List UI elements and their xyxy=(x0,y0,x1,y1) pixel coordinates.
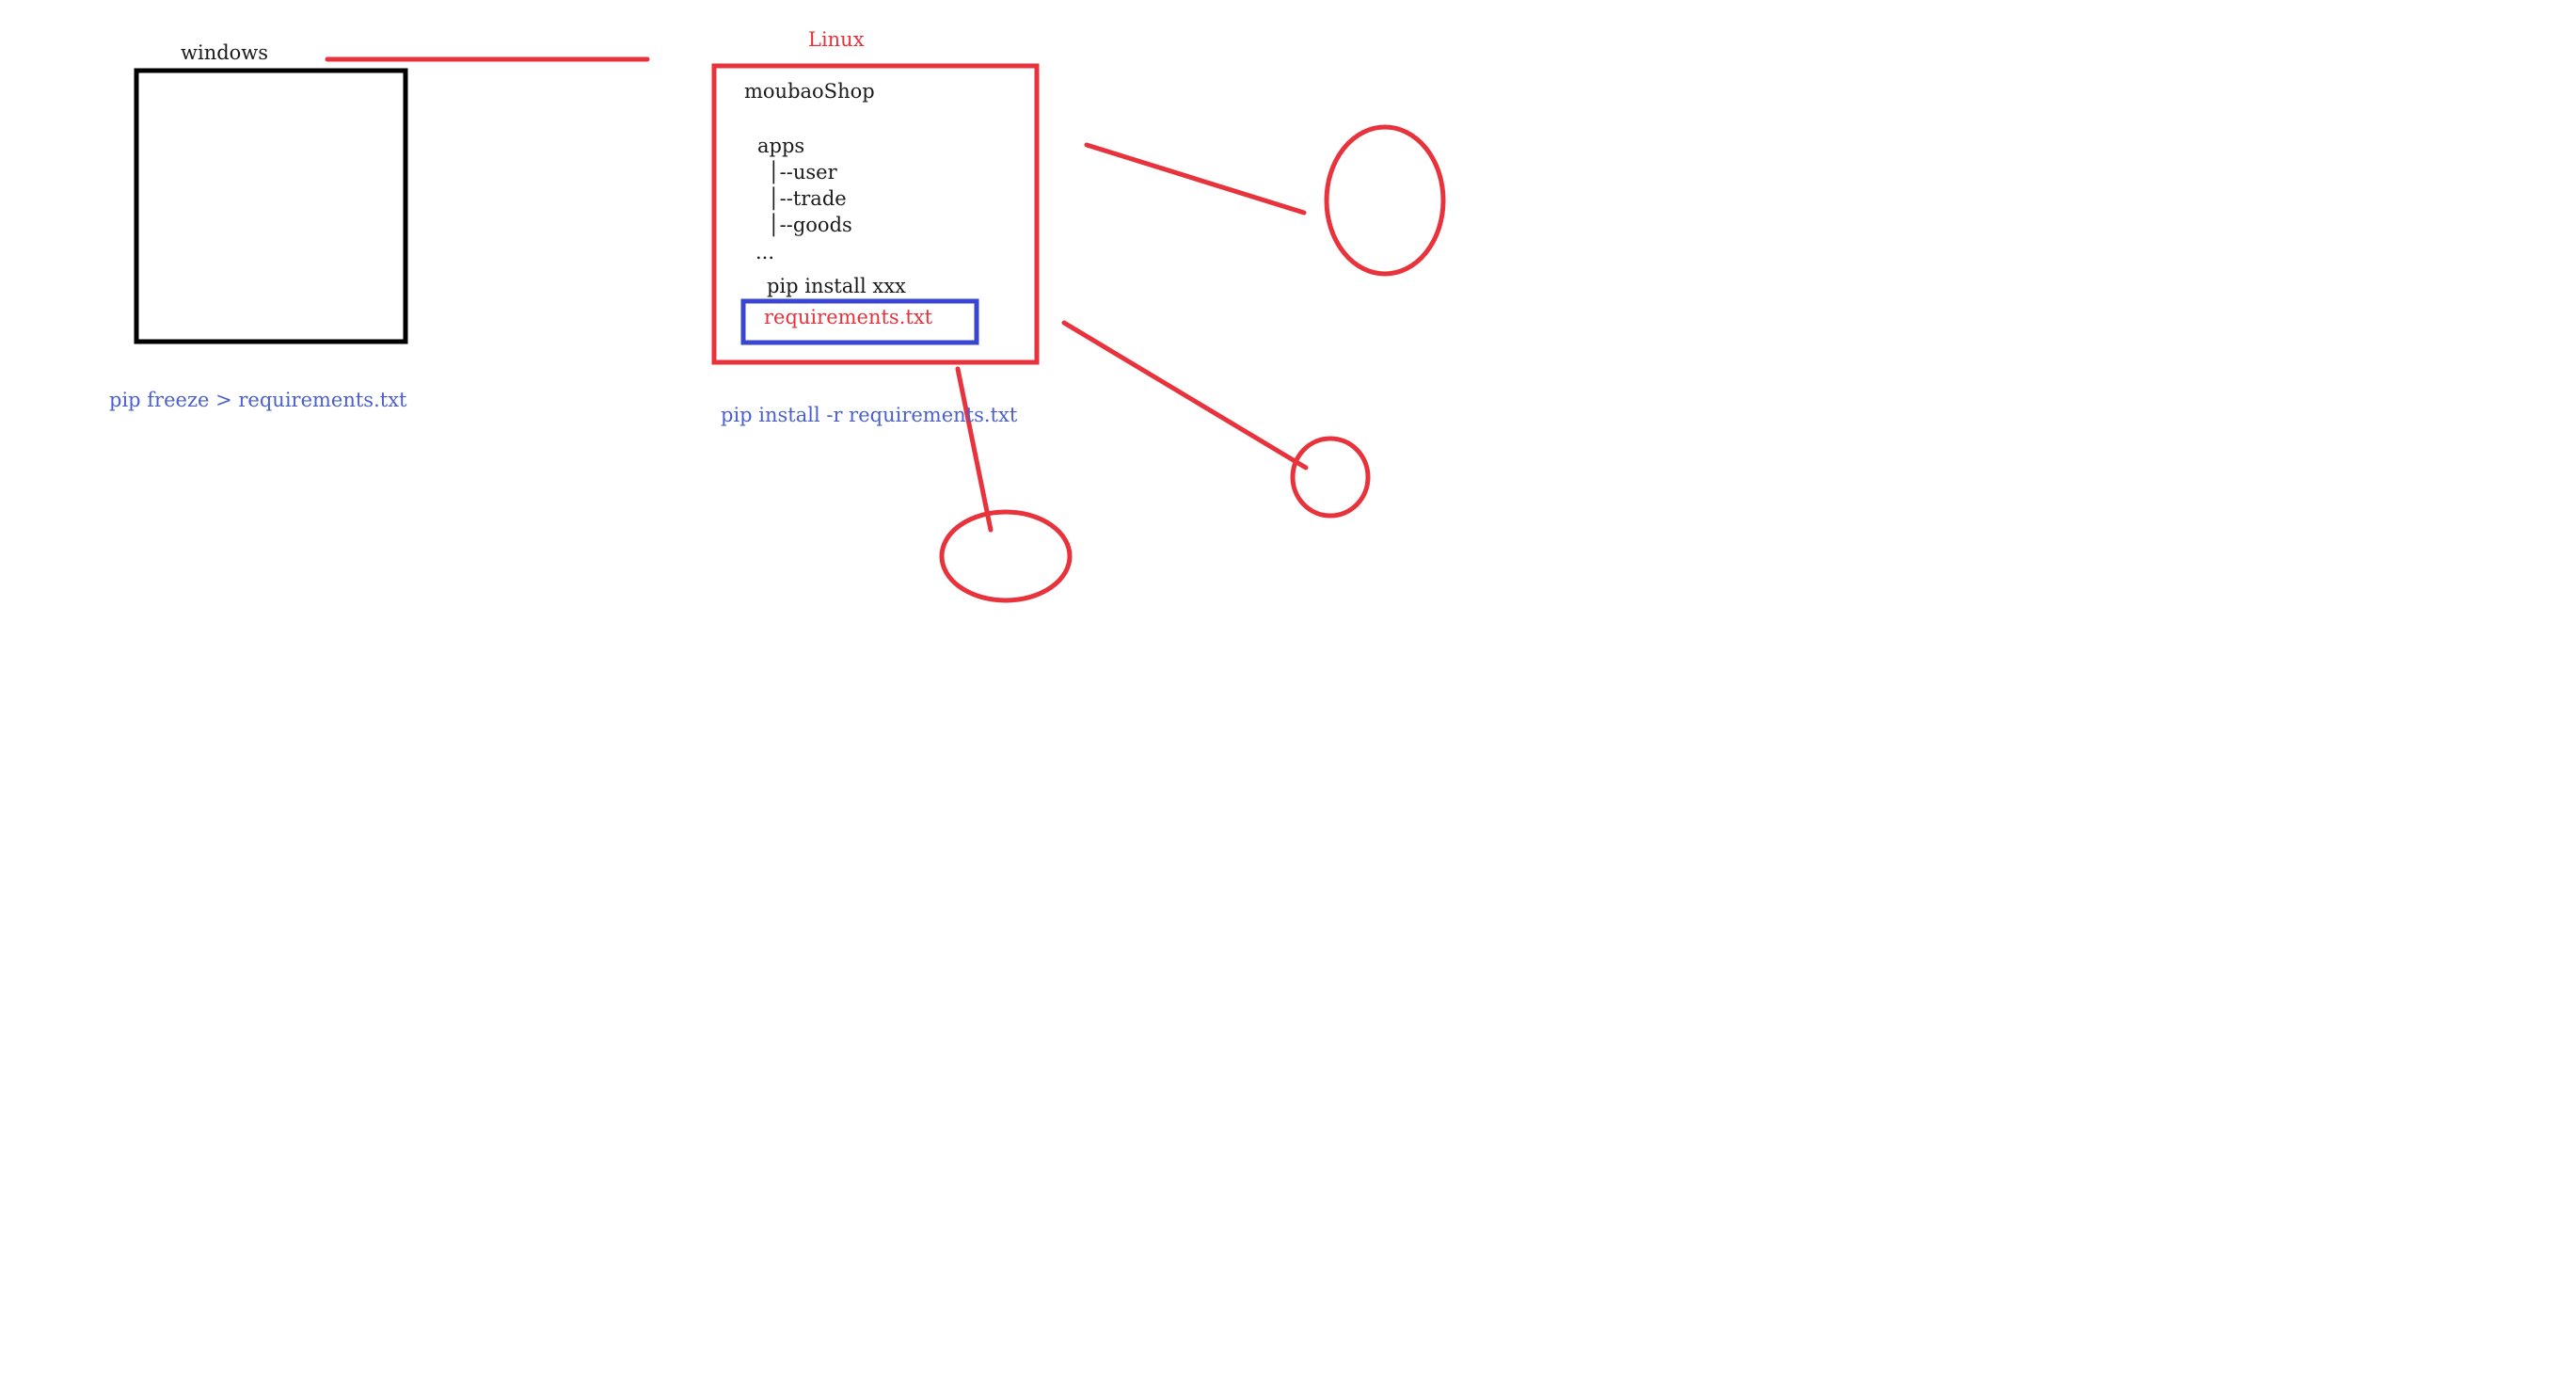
linux-label: Linux xyxy=(808,28,865,51)
requirements-file-label: requirements.txt xyxy=(764,306,933,328)
pip-install-requirements-command: pip install -r requirements.txt xyxy=(721,404,1018,426)
server-node-bottom xyxy=(939,509,1073,603)
connector-line-top-right xyxy=(1084,142,1307,216)
server-node-top-right xyxy=(1324,124,1446,277)
tree-item-trade: │--trade xyxy=(768,187,847,210)
pip-freeze-command: pip freeze > requirements.txt xyxy=(109,389,407,411)
whiteboard-canvas xyxy=(134,56,1446,603)
project-name: moubaoShop xyxy=(744,80,875,103)
server-node-middle-right xyxy=(1290,436,1371,519)
connector-line-bottom-right xyxy=(1061,320,1309,471)
tree-ellipsis: ... xyxy=(755,241,775,263)
pip-install-text: pip install xxx xyxy=(767,275,906,297)
tree-folder-apps: apps xyxy=(757,135,805,157)
windows-machine-box xyxy=(134,68,408,344)
connector-line-bottom xyxy=(955,366,994,533)
tree-item-goods: │--goods xyxy=(768,214,852,236)
windows-label: windows xyxy=(181,41,269,64)
tree-item-user: │--user xyxy=(768,161,837,184)
